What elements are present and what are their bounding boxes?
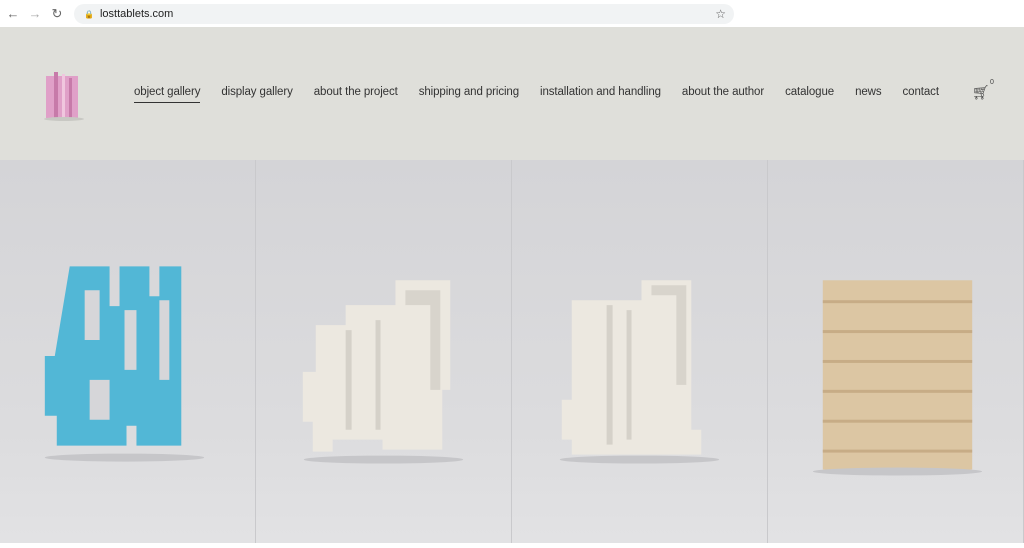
gallery-item-white-tablet-2[interactable] — [512, 160, 768, 543]
white-tablet-2-image — [559, 280, 720, 464]
blue-tablet-image — [44, 266, 205, 462]
browser-toolbar: ← → ↻ 🔒 losttablets.com ☆ — [0, 0, 1024, 27]
nav-contact[interactable]: contact — [903, 86, 939, 103]
gallery-item-blue-tablet[interactable] — [0, 160, 256, 543]
nav-installation-and-handling[interactable]: installation and handling — [540, 86, 661, 103]
cart-count: 0 — [990, 79, 994, 86]
nav-object-gallery[interactable]: object gallery — [134, 86, 200, 103]
site-header: object gallery display gallery about the… — [0, 27, 1024, 160]
gallery-item-wood-tablet[interactable] — [768, 160, 1024, 543]
nav-about-the-project[interactable]: about the project — [314, 86, 398, 103]
wood-tablet-image — [812, 280, 983, 476]
nav-display-gallery[interactable]: display gallery — [221, 86, 292, 103]
gallery-item-white-tablet-1[interactable] — [256, 160, 512, 543]
address-bar[interactable]: 🔒 losttablets.com ☆ — [74, 4, 734, 24]
star-icon[interactable]: ☆ — [715, 7, 726, 21]
url-text: losttablets.com — [99, 8, 174, 20]
site-logo[interactable] — [40, 70, 88, 127]
lock-icon: 🔒 — [84, 9, 94, 19]
cart-icon[interactable]: 🛒︎ — [972, 84, 990, 101]
object-gallery — [0, 160, 1024, 543]
reload-icon[interactable]: ↻ — [46, 6, 68, 22]
nav-shipping-and-pricing[interactable]: shipping and pricing — [419, 86, 519, 103]
arrow-left-icon[interactable]: ← — [2, 6, 24, 21]
nav-news[interactable]: news — [855, 86, 882, 103]
white-tablet-1-image — [302, 280, 464, 464]
arrow-right-icon[interactable]: → — [24, 6, 46, 21]
nav-catalogue[interactable]: catalogue — [785, 86, 834, 103]
nav-about-the-author[interactable]: about the author — [682, 86, 764, 103]
main-nav: object gallery display gallery about the… — [134, 86, 960, 103]
